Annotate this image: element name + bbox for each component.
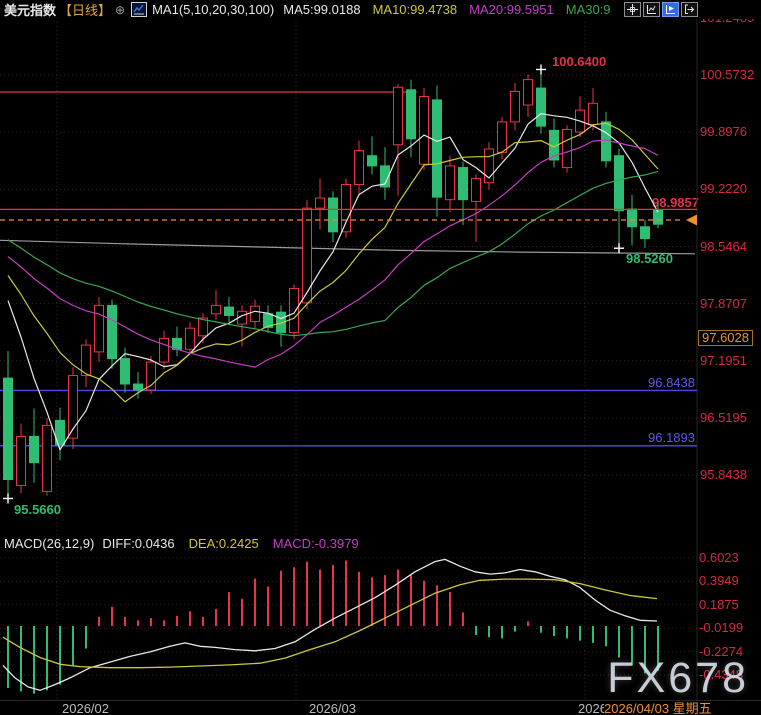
exit-arrow-icon[interactable]: [681, 2, 698, 17]
symbol-name: 美元指数: [4, 3, 57, 18]
period-label[interactable]: 【日线】: [59, 0, 111, 19]
ma30-value: MA30:9: [565, 2, 611, 17]
axis-chart-active-icon[interactable]: [662, 2, 679, 17]
circle-plus-icon[interactable]: ⊕: [115, 3, 125, 17]
date-label: 2026/02: [62, 701, 109, 715]
ma5-value: MA5:99.0188: [283, 2, 361, 17]
move-crosshair-icon[interactable]: [624, 2, 641, 17]
chart-app: 美元指数 【日线】 ⊕ MA1(5,10,20,30,100) MA5:99.0…: [0, 0, 761, 715]
macd-dea-value: DEA:0.2425: [188, 536, 259, 551]
fx678-watermark: FX678: [607, 654, 749, 702]
mini-chart-icon[interactable]: [131, 2, 148, 17]
date-axis[interactable]: 2026/02 2026/03 2026 2026/04/03 星期五: [0, 700, 761, 715]
macd-macd-value: MACD:-0.3979: [272, 536, 359, 551]
chart-canvas[interactable]: [0, 0, 761, 715]
macd-header: MACD(26,12,9) DIFF:0.0436 DEA:0.2425 MAC…: [4, 536, 359, 551]
macd-params-label: MACD(26,12,9): [4, 536, 95, 551]
date-label: 2026: [578, 701, 607, 715]
macd-diff-value: DIFF:0.0436: [102, 536, 175, 551]
date-label: 2026/04/03 星期五: [604, 702, 715, 715]
axis-chart-icon[interactable]: [643, 2, 660, 17]
chart-toolbar: [624, 2, 698, 17]
ma10-value: MA10:99.4738: [372, 2, 458, 17]
date-label: 2026/03: [309, 701, 356, 715]
ma-group-label: MA1(5,10,20,30,100): [152, 2, 275, 17]
ma20-value: MA20:99.5951: [469, 2, 554, 17]
